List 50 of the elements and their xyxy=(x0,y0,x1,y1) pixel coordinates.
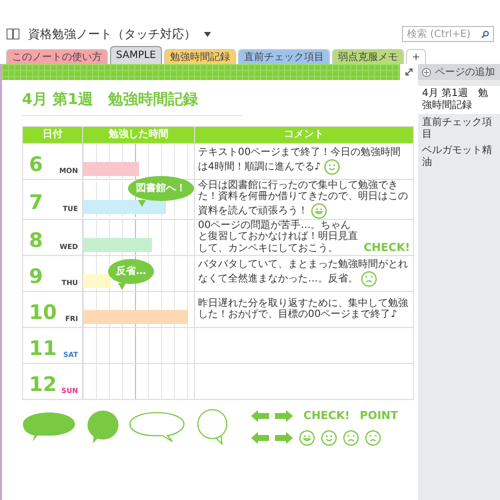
page-heading: 4月 第1週 勉強時間記録 xyxy=(22,88,242,116)
smiley-icon xyxy=(311,202,327,218)
caret-icon[interactable] xyxy=(204,32,211,36)
section-tab[interactable]: + xyxy=(406,49,426,64)
page-item[interactable]: ベルガモット精油 xyxy=(418,144,500,170)
day-number: 7 xyxy=(28,190,43,214)
sticker-label: POINT xyxy=(360,408,398,424)
page-item[interactable]: 4月 第1週 勉強時間記録 xyxy=(418,86,500,114)
day-number: 10 xyxy=(28,300,57,324)
column-header: コメント xyxy=(194,126,414,143)
speech-bubble-drawing xyxy=(194,408,230,446)
day-number: 8 xyxy=(28,228,43,252)
sad-face-icon xyxy=(361,270,377,287)
comment-text: 今日は図書館に行ったので集中して勉強できた！資料を何冊か借りてきたので、明日はこの資料を読んで頑張ろう！ xyxy=(198,180,409,218)
check-label: CHECK! xyxy=(364,242,410,254)
smiley-icon xyxy=(321,430,338,446)
speech-bubble-drawing xyxy=(128,410,185,443)
smiley-icon xyxy=(324,158,340,175)
section-tab[interactable]: SAMPLE xyxy=(110,46,162,64)
arrow-left-icon xyxy=(251,432,270,444)
arrow-right-icon xyxy=(275,410,294,422)
sad-face-icon xyxy=(365,430,382,446)
add-icon xyxy=(422,68,431,76)
arrow-right-icon xyxy=(275,432,294,444)
comment-text: 昨日遅れた分を取り返すために、集中して勉強した！おかげで、目標の00ページまで終了♪ xyxy=(198,298,409,320)
speech-bubble-drawing xyxy=(86,408,119,445)
sticker-label: CHECK! xyxy=(303,408,350,424)
search-field[interactable]: 検索 (Ctrl+E) xyxy=(402,26,494,42)
day-number: 12 xyxy=(28,372,57,396)
comment-text: 00ページの問題が苦手…。ちゃんと復習しておかなければ！明日見直して、カンペキにしておこう。 xyxy=(198,220,359,254)
notebook-title[interactable]: 資格勉強ノート（タッチ対応） xyxy=(28,25,196,43)
section-tab[interactable]: 直前チェック項目 xyxy=(238,49,330,64)
smiley-icon xyxy=(299,430,316,446)
section-tab[interactable]: このノートの使い方 xyxy=(6,49,108,64)
arrow-left-icon xyxy=(251,410,270,422)
day-number: 6 xyxy=(28,152,43,176)
day-number: 11 xyxy=(28,336,57,360)
notebook-icon xyxy=(6,28,20,40)
column-header: 日付 xyxy=(22,126,82,143)
expand-icon[interactable] xyxy=(405,68,413,76)
comment-text: バタバタしていて、まとまった勉強時間がとれなくて全然進まなかった…。反省。 xyxy=(198,259,410,287)
day-number: 9 xyxy=(28,264,43,288)
search-icon xyxy=(480,30,489,38)
sad-face-icon xyxy=(343,430,360,446)
speech-bubble-drawing xyxy=(22,410,76,443)
section-tab[interactable]: 勉強時間記録 xyxy=(164,49,236,64)
column-header: 勉強した時間 xyxy=(82,126,194,143)
section-tab[interactable]: 弱点克服メモ xyxy=(332,49,404,64)
comment-text: テキスト00ページまで終了！今日の勉強時間は4時間！順調に進んでる♪ xyxy=(198,147,410,175)
page-item[interactable]: 直前チェック項目 xyxy=(418,116,500,142)
